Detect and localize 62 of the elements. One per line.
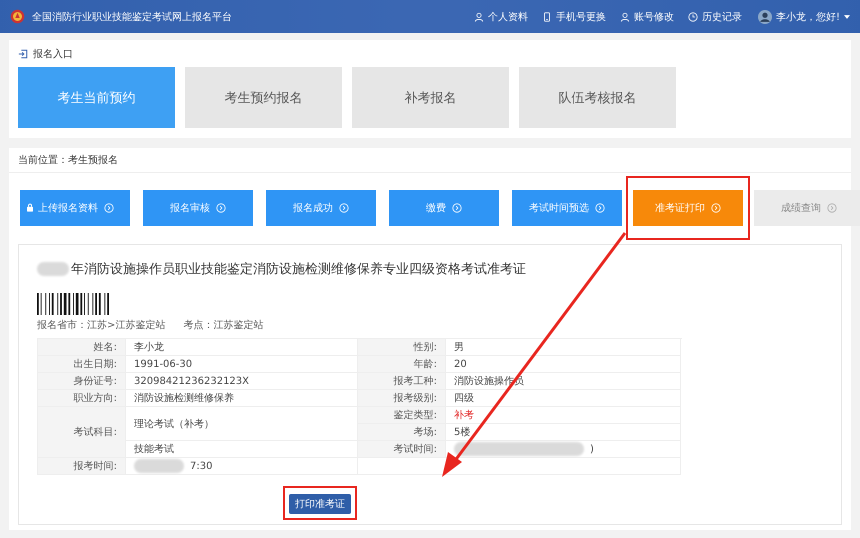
arrow-circle-icon [216, 203, 226, 213]
person-icon [620, 12, 630, 22]
site-title: 全国消防行业职业技能鉴定考试网上报名平台 [32, 10, 232, 24]
entry-tab[interactable]: 考生预约报名 [185, 67, 342, 128]
field-value: 四级 [454, 392, 474, 405]
field-label: 考试时间: [358, 441, 446, 458]
clock-icon [688, 12, 698, 22]
breadcrumb: 当前位置：考生预报名 [18, 154, 118, 167]
province-text: 报名省市：江苏>江苏鉴定站 [37, 318, 166, 332]
field-value: 技能考试 [126, 441, 358, 458]
field-label: 鉴定类型: [358, 407, 446, 424]
caret-icon[interactable] [844, 14, 850, 18]
ticket-title: 年消防设施操作员职业技能鉴定消防设施检测维修保养专业四级资格考试准考证 [71, 261, 526, 278]
nav-link[interactable]: 个人资料 [474, 10, 528, 24]
avatar[interactable] [758, 10, 772, 24]
arrow-circle-icon [827, 203, 837, 213]
arrow-circle-icon [595, 203, 605, 213]
login-icon [18, 49, 28, 59]
field-label: 报考工种: [358, 373, 446, 390]
step-tab[interactable]: 考试时间预选 [512, 190, 622, 226]
field-label: 出生日期: [38, 356, 126, 373]
field-label: 报考级别: [358, 390, 446, 407]
phone-icon [542, 12, 552, 22]
field-value: 男 [454, 341, 464, 354]
step-tab[interactable]: 报名审核 [143, 190, 253, 226]
arrow-circle-icon [711, 203, 721, 213]
field-value: 5楼 [454, 426, 470, 439]
site-text: 考点：江苏鉴定站 [183, 318, 264, 332]
field-value: 20 [454, 358, 467, 370]
field-label: 报考时间: [38, 458, 126, 475]
field-value: 补考 [454, 408, 474, 422]
field-label: 身份证号: [38, 373, 126, 390]
entry-tab[interactable]: 补考报名 [352, 67, 509, 128]
field-label: 性别: [358, 339, 446, 356]
nav-link[interactable]: 账号修改 [620, 10, 674, 24]
arrow-circle-icon [452, 203, 462, 213]
field-value: ) [590, 444, 594, 454]
emblem-logo [10, 9, 25, 24]
field-value: 理论考试（补考） [126, 407, 358, 441]
field-value: 消防设施检测维修保养 [126, 390, 358, 407]
field-value: 李小龙 [126, 339, 358, 356]
person-icon [474, 12, 484, 22]
arrow-circle-icon [339, 203, 349, 213]
step-tab[interactable]: 缴费 [389, 190, 499, 226]
nav-link[interactable]: 历史记录 [688, 10, 742, 24]
user-menu[interactable]: 李小龙，您好! [776, 10, 840, 24]
arrow-circle-icon [104, 203, 114, 213]
entry-tab[interactable]: 队伍考核报名 [519, 67, 676, 128]
field-label: 考试科目: [38, 407, 126, 458]
print-button[interactable]: 打印准考证 [289, 494, 351, 514]
field-label: 职业方向: [38, 390, 126, 407]
field-value: 1991-06-30 [126, 356, 358, 373]
field-label: 考场: [358, 424, 446, 441]
step-tab[interactable]: 报名成功 [266, 190, 376, 226]
field-label: 姓名: [38, 339, 126, 356]
field-value: 32098421236232123X [126, 373, 358, 390]
step-tab[interactable]: 上传报名资料 [20, 190, 130, 226]
field-value: 7:30 [190, 460, 212, 472]
field-label: 年龄: [358, 356, 446, 373]
nav-link[interactable]: 手机号更换 [542, 10, 606, 24]
section-title: 报名入口 [33, 48, 73, 61]
lock-icon [26, 203, 34, 212]
